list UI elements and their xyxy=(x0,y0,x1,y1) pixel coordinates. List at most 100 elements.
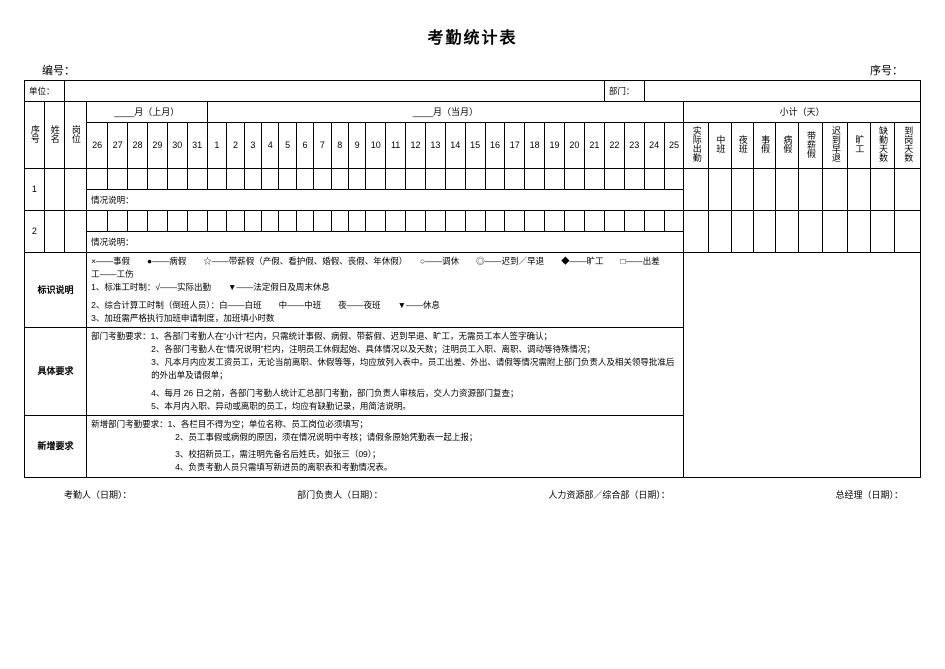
sub-col: 实际出勤 xyxy=(692,126,701,162)
day-cell: 22 xyxy=(604,123,624,169)
req-label: 具体要求 xyxy=(25,327,87,415)
col-post: 岗位 xyxy=(71,125,80,143)
req-content: 部门考勤要求：1、各部门考勤人在“小计”栏内，只需统计事假、病假、带薪假、迟到早… xyxy=(87,327,684,384)
sub-col: 事假 xyxy=(760,135,769,153)
subtotal-label: 小计（天） xyxy=(684,102,921,123)
legend-content: ×——事假 ●——病假 ☆——带薪假（产假、看护假、婚假、丧假、年休假） ○——… xyxy=(87,253,684,297)
page: 考勤统计表 编号： 序号： 单位： 部门： 序号 姓名 岗位 ____月（上月）… xyxy=(0,0,945,669)
day-cell: 27 xyxy=(108,123,128,169)
order-label: 序号： xyxy=(870,62,903,78)
legend-side-blank xyxy=(684,253,921,478)
unit-label: 单位： xyxy=(25,81,65,102)
day-cell: 9 xyxy=(348,123,365,169)
attendance-table: 单位： 部门： 序号 姓名 岗位 ____月（上月） ____月（当月） 小计（… xyxy=(24,80,921,478)
day-cell: 20 xyxy=(564,123,584,169)
table-row: 1 xyxy=(25,169,921,190)
day-cell: 18 xyxy=(525,123,545,169)
day-cell: 8 xyxy=(331,123,348,169)
day-cell: 1 xyxy=(207,123,227,169)
sign-dept: 部门负责人（日期）： xyxy=(297,488,383,501)
legend-line: 2、综合计算工时制（倒班人员）：白——白班 中——中班 夜——夜班 ▼——休息 xyxy=(91,299,679,312)
day-cell: 25 xyxy=(664,123,684,169)
req-lead: 部门考勤要求： xyxy=(91,331,151,341)
day-cell: 26 xyxy=(87,123,108,169)
day-cell: 7 xyxy=(314,123,331,169)
req-line: 3、凡本月内应发工资员工，无论当前离职、休假等等，均应放列入表中。员工出差、外出… xyxy=(91,356,679,382)
day-cell: 10 xyxy=(366,123,386,169)
this-month-label: ____月（当月） xyxy=(207,102,684,123)
situation-label[interactable]: 情况说明： xyxy=(87,190,684,211)
row-post[interactable] xyxy=(64,211,86,253)
day-cell: 31 xyxy=(187,123,207,169)
day-cell: 16 xyxy=(485,123,505,169)
day-cell: 24 xyxy=(644,123,664,169)
req-content-2: 4、每月 26 日之前，各部门考勤人统计汇总部门考勤，部门负责人审核后，交人力资… xyxy=(87,385,684,416)
row-id: 1 xyxy=(25,169,45,211)
table-row: 2 xyxy=(25,211,921,232)
add-line: 2、员工事假或病假的原因，须在情况说明中考核；请假条原始凭勤表一起上报； xyxy=(91,431,679,444)
add-line: 3、校招新员工，需注明先备名后姓氏，如张三（09）； xyxy=(91,448,679,461)
sub-col: 夜班 xyxy=(738,135,747,153)
add-line: 1、各栏目不得为空；单位名称、员工岗位必须填写； xyxy=(168,419,368,429)
add-content: 新增部门考勤要求：1、各栏目不得为空；单位名称、员工岗位必须填写； 2、员工事假… xyxy=(87,415,684,446)
row-name[interactable] xyxy=(44,169,64,211)
day-cell: 2 xyxy=(227,123,244,169)
day-cell: 11 xyxy=(386,123,406,169)
day-cell: 6 xyxy=(296,123,313,169)
legend-line: ×——事假 ●——病假 ☆——带薪假（产假、看护假、婚假、丧假、年休假） ○——… xyxy=(91,255,679,281)
day-cell: 21 xyxy=(584,123,604,169)
serial-label: 编号： xyxy=(42,62,75,78)
page-title: 考勤统计表 xyxy=(24,24,921,48)
day-cell: 3 xyxy=(244,123,261,169)
req-line: 2、各部门考勤人在“情况说明”栏内，注明员工休假起始、具体情况以及天数；注明员工… xyxy=(91,343,679,356)
unit-value[interactable] xyxy=(64,81,604,102)
add-label: 新增要求 xyxy=(25,415,87,477)
day-header-row: 26 27 28 29 30 31 1 2 3 4 5 6 7 8 9 10 1… xyxy=(25,123,921,169)
dept-label: 部门： xyxy=(604,81,644,102)
row-post[interactable] xyxy=(64,169,86,211)
footer-signatures: 考勤人（日期）： 部门负责人（日期）： 人力资源部／综合部（日期）： 总经理（日… xyxy=(64,488,903,501)
day-cell: 5 xyxy=(279,123,296,169)
month-group-row: 序号 姓名 岗位 ____月（上月） ____月（当月） 小计（天） xyxy=(25,102,921,123)
day-cell: 12 xyxy=(406,123,426,169)
day-cell: 14 xyxy=(445,123,465,169)
sub-col: 旷工 xyxy=(854,135,863,153)
row-id: 2 xyxy=(25,211,45,253)
sub-col: 中班 xyxy=(715,135,724,153)
legend-section: 标识说明 ×——事假 ●——病假 ☆——带薪假（产假、看护假、婚假、丧假、年休假… xyxy=(25,253,921,297)
day-cell: 28 xyxy=(128,123,148,169)
add-lead: 新增部门考勤要求： xyxy=(91,419,168,429)
day-cell: 15 xyxy=(465,123,485,169)
legend-content-2: 2、综合计算工时制（倒班人员）：白——白班 中——中班 夜——夜班 ▼——休息 … xyxy=(87,297,684,328)
day-cell: 4 xyxy=(262,123,279,169)
day-cell: 30 xyxy=(167,123,187,169)
legend-line: 3、加班需严格执行加班申请制度，加班填小时数 xyxy=(91,312,679,325)
sub-col: 缺勤天数 xyxy=(878,126,887,162)
col-name: 姓名 xyxy=(50,125,59,143)
day-cell: 23 xyxy=(624,123,644,169)
sign-hr: 人力资源部／综合部（日期）： xyxy=(548,488,670,501)
sub-col: 到岗天数 xyxy=(903,126,912,162)
col-seq: 序号 xyxy=(30,125,39,143)
day-cell: 17 xyxy=(505,123,525,169)
day-cell: 13 xyxy=(425,123,445,169)
req-line: 1、各部门考勤人在“小计”栏内，只需统计事假、病假、带薪假、迟到早退、旷工，无需… xyxy=(151,331,552,341)
req-line: 4、每月 26 日之前，各部门考勤人统计汇总部门考勤，部门负责人审核后，交人力资… xyxy=(91,387,679,400)
sub-col: 带薪假 xyxy=(806,131,815,158)
row-name[interactable] xyxy=(44,211,64,253)
situation-label[interactable]: 情况说明： xyxy=(87,232,684,253)
day-cell: 29 xyxy=(147,123,167,169)
sub-col: 迟到早退 xyxy=(831,126,840,162)
sign-checker: 考勤人（日期）： xyxy=(64,488,132,501)
add-line: 4、负责考勤人员只需填写新进员的离职表和考勤情况表。 xyxy=(91,461,679,474)
req-line: 5、本月内入职、异动或离职的员工，均应有缺勤记录，用简洁说明。 xyxy=(91,400,679,413)
prev-month-label: ____月（上月） xyxy=(87,102,207,123)
add-content-2: 3、校招新员工，需注明先备名后姓氏，如张三（09）； 4、负责考勤人员只需填写新… xyxy=(87,446,684,477)
dept-value[interactable] xyxy=(644,81,920,102)
legend-label: 标识说明 xyxy=(25,253,87,328)
legend-line: 1、标准工时制：√——实际出勤 ▼——法定假日及周末休息 xyxy=(91,281,679,294)
header-line: 编号： 序号： xyxy=(42,62,903,78)
sub-col: 病假 xyxy=(782,135,791,153)
unit-row: 单位： 部门： xyxy=(25,81,921,102)
day-cell: 19 xyxy=(545,123,565,169)
